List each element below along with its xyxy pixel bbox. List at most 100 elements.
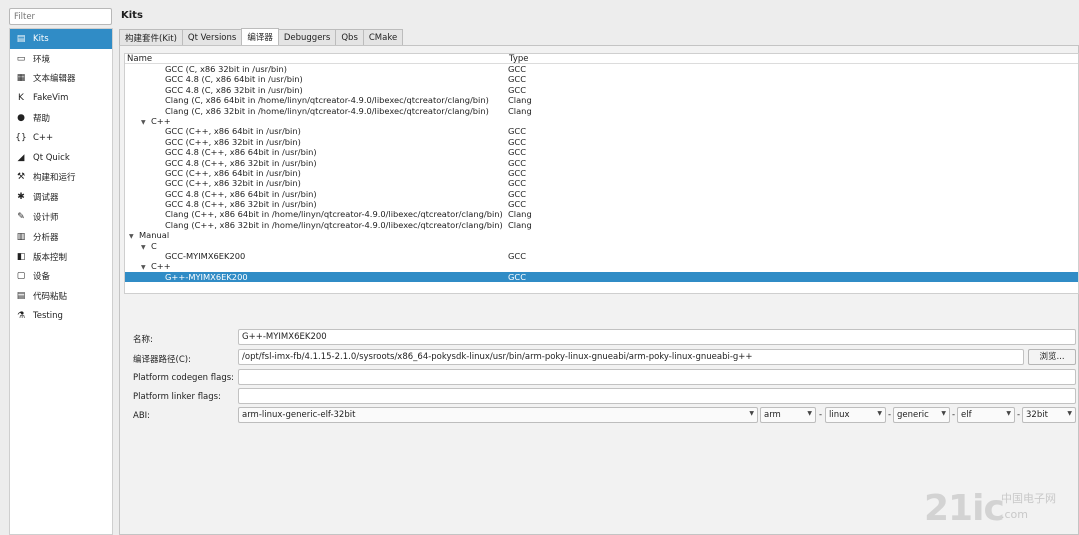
tree-row-name-cell: Clang (C++, x86 32bit in /home/linyn/qtc… [125, 220, 507, 230]
expand-arrow-icon[interactable]: ▼ [141, 118, 151, 126]
watermark-com-text: .com [1001, 508, 1028, 521]
tree-row[interactable]: Clang (C++, x86 32bit in /home/linyn/qtc… [125, 220, 1078, 230]
sidebar-item--[interactable]: ▤ 代码粘贴 [10, 286, 112, 306]
abi-select[interactable]: arm-linux-generic-elf-32bit ▼ [238, 407, 758, 423]
tree-row[interactable]: GCC (C++, x86 64bit in /usr/bin) GCC [125, 168, 1078, 178]
tree-row[interactable]: G++-MYIMX6EK200 GCC [125, 271, 1078, 283]
sidebar-item--[interactable]: ◧ 版本控制 [10, 247, 112, 267]
tree-row-name-cell: GCC (C++, x86 32bit in /usr/bin) [125, 137, 507, 147]
filter-input[interactable] [9, 8, 112, 25]
compiler-tree: Name Type GCC (C, x86 32bit in /usr/bin)… [124, 53, 1079, 294]
tree-row-name-cell: GCC (C++, x86 64bit in /usr/bin) [125, 168, 507, 178]
fakevim-icon: K [18, 93, 24, 104]
sidebar-item--[interactable]: ▦ 文本编辑器 [10, 69, 112, 89]
abi-arch-select[interactable]: arm ▼ [760, 407, 816, 423]
tree-row-name-cell: GCC (C, x86 32bit in /usr/bin) [125, 64, 507, 74]
sidebar-item-label: FakeVim [33, 93, 69, 104]
sidebar-item--[interactable]: ▥ 分析器 [10, 227, 112, 247]
tree-row[interactable]: Clang (C++, x86 64bit in /home/linyn/qtc… [125, 209, 1078, 219]
sidebar-item--[interactable]: ▢ 设备 [10, 267, 112, 287]
abi-format-value: elf [961, 410, 972, 420]
expand-arrow-icon[interactable]: ▼ [129, 232, 139, 240]
tab-4[interactable]: Qbs [335, 29, 364, 45]
sidebar-item--[interactable]: ● 帮助 [10, 108, 112, 128]
tree-row-name-cell: G++-MYIMX6EK200 [125, 272, 507, 282]
tree-row[interactable]: ▼ C++ [125, 261, 1078, 271]
tab-1[interactable]: Qt Versions [181, 29, 243, 45]
analyzer-icon: ▥ [16, 231, 26, 242]
sidebar-item--[interactable]: ✎ 设计师 [10, 207, 112, 227]
expand-arrow-icon[interactable]: ▼ [141, 263, 151, 271]
sidebar-item-fakevim[interactable]: K FakeVim [10, 88, 112, 108]
sidebar-item--[interactable]: ✱ 调试器 [10, 187, 112, 207]
tree-row-type: Clang [508, 95, 532, 106]
sidebar-item--[interactable]: ▭ 环境 [10, 49, 112, 69]
hammer-icon: ⚒ [16, 172, 26, 183]
tree-row-name-cell: ▼ C [125, 241, 507, 251]
chevron-down-icon: ▼ [1006, 410, 1011, 417]
tree-row-name-cell: Clang (C, x86 64bit in /home/linyn/qtcre… [125, 95, 507, 105]
abi-os-value: linux [829, 410, 850, 420]
clipboard-icon: ▤ [16, 291, 26, 302]
tree-row-name-cell: GCC 4.8 (C, x86 64bit in /usr/bin) [125, 74, 507, 84]
tree-row-name-cell: GCC (C++, x86 64bit in /usr/bin) [125, 126, 507, 136]
tab-0[interactable]: 构建套件(Kit) [119, 29, 183, 45]
left-sidebar: ▤ Kits ▭ 环境 ▦ 文本编辑器 K FakeVim ● 帮助 {} C++ ◢ Qt Quick ⚒… [0, 0, 114, 535]
tree-row[interactable]: Clang (C, x86 32bit in /home/linyn/qtcre… [125, 106, 1078, 116]
tree-row[interactable]: GCC 4.8 (C++, x86 64bit in /usr/bin) GCC [125, 189, 1078, 199]
abi-arch-value: arm [764, 410, 781, 420]
braces-icon: {} [15, 132, 27, 143]
abi-separator: - [952, 410, 956, 420]
tree-row[interactable]: GCC 4.8 (C, x86 64bit in /usr/bin) GCC [125, 74, 1078, 84]
tree-row-type: GCC [508, 126, 527, 137]
tree-row[interactable]: ▼ C [125, 241, 1078, 251]
abi-width-select[interactable]: 32bit ▼ [1022, 407, 1076, 423]
tree-row[interactable]: ▼ Manual [125, 230, 1078, 240]
sidebar-item-kits[interactable]: ▤ Kits [10, 29, 112, 49]
compiler-path-field[interactable]: /opt/fsl-imx-fb/4.1.15-2.1.0/sysroots/x8… [238, 349, 1024, 365]
sidebar-item-label: 分析器 [33, 232, 59, 243]
codegen-flags-label: Platform codegen flags: [133, 373, 235, 383]
tab-5[interactable]: CMake [362, 29, 404, 45]
linker-flags-field[interactable] [238, 388, 1076, 404]
tree-row[interactable]: GCC-MYIMX6EK200 GCC [125, 251, 1078, 261]
abi-format-select[interactable]: elf ▼ [957, 407, 1015, 423]
chevron-down-icon: ▼ [877, 410, 882, 417]
tree-row[interactable]: GCC (C, x86 32bit in /usr/bin) GCC [125, 64, 1078, 74]
tree-row[interactable]: GCC 4.8 (C, x86 32bit in /usr/bin) GCC [125, 85, 1078, 95]
tree-row-name: GCC (C++, x86 64bit in /usr/bin) [165, 167, 301, 178]
tree-row-name: Clang (C, x86 32bit in /home/linyn/qtcre… [165, 105, 489, 116]
abi-os-select[interactable]: linux ▼ [825, 407, 886, 423]
tree-row[interactable]: GCC 4.8 (C++, x86 32bit in /usr/bin) GCC [125, 199, 1078, 209]
tree-row[interactable]: GCC 4.8 (C++, x86 64bit in /usr/bin) GCC [125, 147, 1078, 157]
abi-label: ABI: [133, 411, 151, 421]
abi-separator: - [819, 410, 823, 420]
version-control-icon: ◧ [16, 251, 26, 262]
tab-3[interactable]: Debuggers [277, 29, 337, 45]
browse-button[interactable]: 浏览... [1028, 349, 1076, 365]
sidebar-item-label: Qt Quick [33, 152, 70, 163]
column-header-name[interactable]: Name [125, 54, 507, 64]
tree-row[interactable]: ▼ C++ [125, 116, 1078, 126]
codegen-flags-field[interactable] [238, 369, 1076, 385]
name-field[interactable]: G++-MYIMX6EK200 [238, 329, 1076, 345]
tree-row-name: Clang (C++, x86 32bit in /home/linyn/qtc… [165, 219, 503, 230]
abi-flavor-select[interactable]: generic ▼ [893, 407, 950, 423]
tree-row-name-cell: ▼ C++ [125, 116, 507, 126]
tree-row[interactable]: Clang (C, x86 64bit in /home/linyn/qtcre… [125, 95, 1078, 105]
tree-row-name: GCC (C, x86 32bit in /usr/bin) [165, 64, 287, 74]
sidebar-item--[interactable]: ⚒ 构建和运行 [10, 168, 112, 188]
tree-row[interactable]: GCC (C++, x86 64bit in /usr/bin) GCC [125, 126, 1078, 136]
tree-row[interactable]: GCC (C++, x86 32bit in /usr/bin) GCC [125, 137, 1078, 147]
tab-2[interactable]: 编译器 [241, 28, 279, 45]
sidebar-item-testing[interactable]: ⚗ Testing [10, 306, 112, 326]
tree-row[interactable]: GCC (C++, x86 32bit in /usr/bin) GCC [125, 178, 1078, 188]
pencil-icon: ✎ [17, 212, 25, 223]
expand-arrow-icon[interactable]: ▼ [141, 243, 151, 251]
sidebar-item-qt-quick[interactable]: ◢ Qt Quick [10, 148, 112, 168]
column-header-type[interactable]: Type [507, 54, 529, 64]
tree-row-type: GCC [508, 157, 527, 168]
sidebar-item-c-[interactable]: {} C++ [10, 128, 112, 148]
tree-row[interactable]: GCC 4.8 (C++, x86 32bit in /usr/bin) GCC [125, 158, 1078, 168]
tree-row-name-cell: Clang (C++, x86 64bit in /home/linyn/qtc… [125, 209, 507, 219]
